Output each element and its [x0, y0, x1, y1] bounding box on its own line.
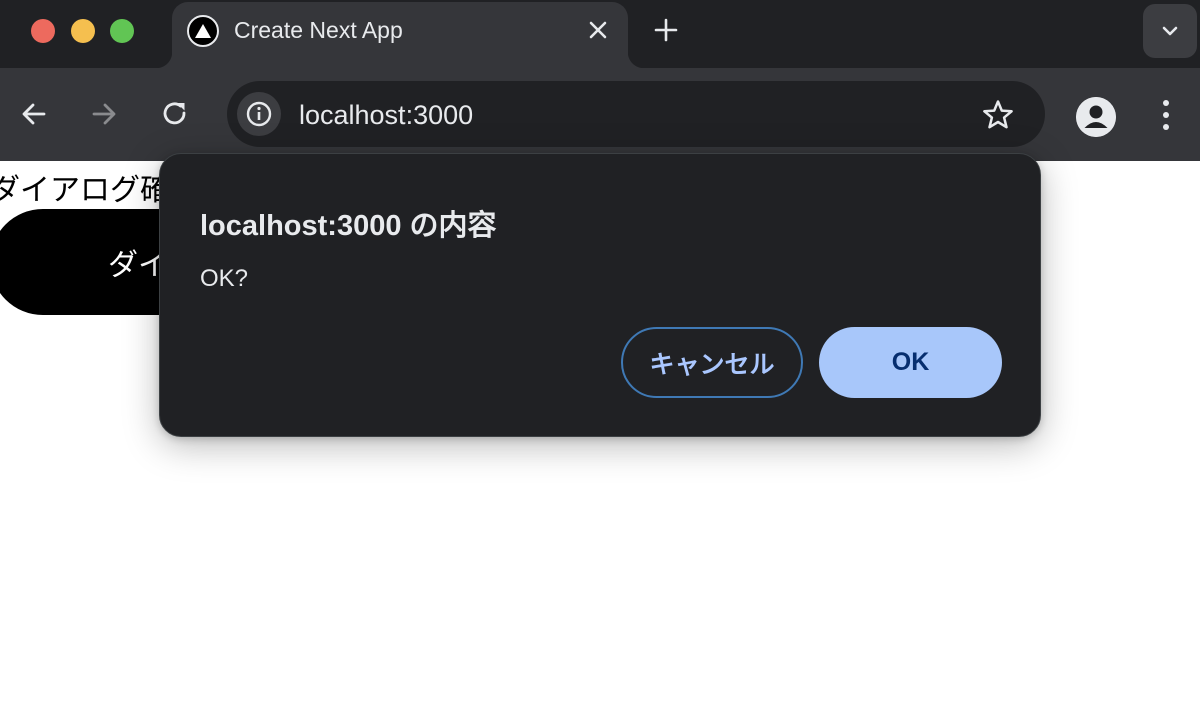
- tab-search-button[interactable]: [1143, 4, 1197, 58]
- toolbar: localhost:3000: [0, 68, 1200, 161]
- star-icon[interactable]: [981, 98, 1015, 132]
- dialog-message: OK?: [200, 265, 249, 292]
- tab-strip: Create Next App: [0, 0, 1200, 68]
- person-icon[interactable]: [1076, 97, 1116, 137]
- confirm-dialog: localhost:3000 の内容 OK? キャンセル OK: [159, 153, 1041, 437]
- chevron-down-icon: [1162, 26, 1178, 36]
- plus-icon[interactable]: [652, 16, 680, 44]
- ok-button[interactable]: OK: [819, 327, 1002, 398]
- minimize-window-button[interactable]: [71, 19, 95, 43]
- zoom-window-button[interactable]: [110, 19, 134, 43]
- close-window-button[interactable]: [31, 19, 55, 43]
- arrow-left-icon[interactable]: [18, 98, 50, 130]
- kebab-icon[interactable]: [1154, 97, 1178, 133]
- info-icon[interactable]: [237, 92, 281, 136]
- triangle-icon: [187, 15, 219, 47]
- tab-active[interactable]: Create Next App: [156, 2, 644, 68]
- browser-window: Create Next App localhost:3000 ダイアログ確 ダイ…: [0, 0, 1200, 722]
- arrow-right-icon[interactable]: [88, 98, 120, 130]
- reload-icon[interactable]: [159, 98, 191, 130]
- cancel-button[interactable]: キャンセル: [621, 327, 803, 398]
- tab-title: Create Next App: [234, 17, 403, 43]
- page-heading: ダイアログ確: [0, 174, 170, 207]
- close-icon[interactable]: [586, 18, 610, 42]
- url-text: localhost:3000: [299, 100, 474, 130]
- dialog-title: localhost:3000 の内容: [200, 210, 497, 242]
- address-bar[interactable]: localhost:3000: [227, 81, 1045, 147]
